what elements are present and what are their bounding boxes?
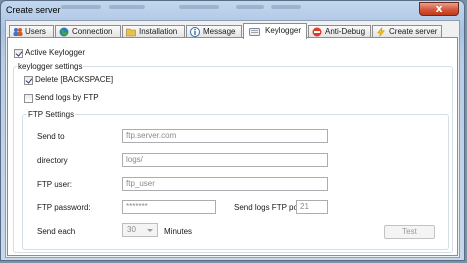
send-to-label: Send to [37,132,65,141]
send-logs-ftp-checkbox[interactable] [24,94,33,103]
client-area: Users Connection Installation Message Ke… [5,20,460,258]
minutes-label: Minutes [164,227,193,236]
ftp-password-label: FTP password: [37,203,91,212]
close-button[interactable]: x [419,2,459,16]
info-icon [190,27,200,37]
ftp-password-input[interactable]: ******* [122,200,216,214]
globe-icon [59,27,69,37]
send-logs-ftp-label: Send logs by FTP [35,93,99,102]
active-keylogger-label: Active Keylogger [25,48,86,57]
send-each-label: Send each [37,227,76,236]
users-icon [13,28,23,36]
keylogger-panel: Active Keylogger keylogger settings Dele… [7,37,458,256]
keylogger-settings-legend: keylogger settings [17,62,84,71]
ftp-port-input[interactable]: 21 [296,200,328,214]
active-keylogger-checkbox[interactable] [14,49,23,58]
tab-keylogger-label: Keylogger [265,26,302,35]
ftp-user-input[interactable]: ftp_user [122,177,328,191]
delete-backspace-checkbox[interactable] [24,76,33,85]
test-button[interactable]: Test [384,225,435,239]
tab-strip: Users Connection Installation Message Ke… [7,23,459,39]
create-server-window: Create server x Users Connection Install… [0,0,465,261]
window-title: Create server [6,5,61,15]
no-entry-icon [312,27,322,37]
ftp-settings-legend: FTP Settings [27,110,76,119]
send-each-dropdown[interactable]: 30 [122,223,158,237]
close-icon: x [435,2,443,15]
delete-backspace-label: Delete [BACKSPACE] [35,75,114,84]
title-bar[interactable]: Create server x [1,1,464,19]
ftp-port-label: Send logs FTP por [234,203,301,212]
send-each-value: 30 [127,225,136,234]
ftp-user-label: FTP user: [37,180,72,189]
directory-input[interactable]: logs/ [122,153,328,167]
keyboard-icon [249,28,260,36]
send-to-input[interactable]: ftp.server.com [122,129,328,143]
chevron-down-icon [147,229,153,232]
tab-keylogger[interactable]: Keylogger [243,23,307,39]
lightning-icon [376,27,386,37]
directory-label: directory [37,156,68,165]
folder-icon [126,28,136,37]
background-blur [61,2,381,14]
